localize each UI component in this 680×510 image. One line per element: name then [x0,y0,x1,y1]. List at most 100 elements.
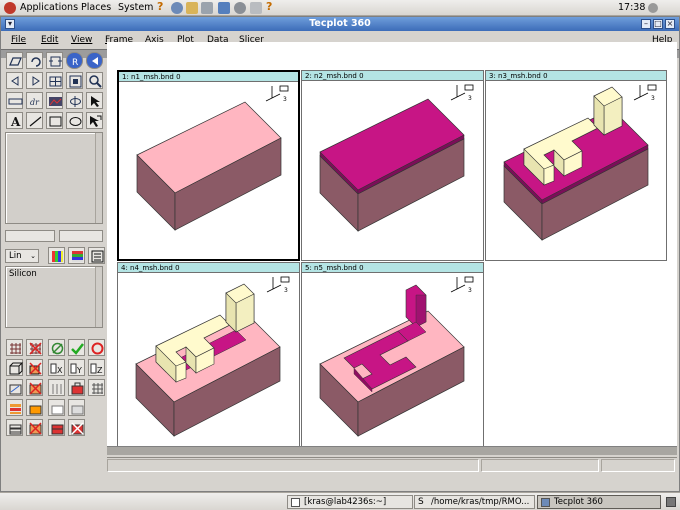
probe-icon[interactable]: dr [26,92,43,109]
gnome-foot-icon[interactable] [4,2,16,14]
layers-icon[interactable] [6,399,23,416]
model-view-1 [136,101,282,231]
task-tecplot[interactable]: Tecplot 360 [537,495,661,509]
mesh-off-icon[interactable] [26,339,43,356]
files-launcher-icon[interactable] [201,2,213,14]
iso-surface-icon[interactable] [48,379,65,396]
back-arrow-icon[interactable] [86,52,103,69]
contour-type-select[interactable]: Lin ⌄ [5,249,39,263]
cube-icon[interactable] [6,359,24,376]
frame-3[interactable]: 3: n3_msh.bnd 0 3 [485,70,667,261]
open-layout-icon[interactable] [6,52,23,69]
volume-icon[interactable] [648,3,658,13]
slice-x-icon[interactable]: X [48,359,65,376]
contour-type-value: Lin [9,251,22,261]
stack-red-icon[interactable] [48,419,65,436]
details-panel[interactable] [5,132,103,224]
value-field-2[interactable] [59,230,103,242]
workspace-switcher-icon[interactable] [666,497,676,507]
places-menu[interactable]: Places [81,2,111,13]
workspace-canvas[interactable]: 1: n1_msh.bnd 0 3 2: n2_msh.bnd 0 3 3: n… [107,42,677,453]
chevron-down-icon: ⌄ [30,252,36,260]
next-frame-icon[interactable] [26,72,43,89]
maximize-icon[interactable]: □ [653,19,663,29]
help-launcher-icon[interactable]: ? [157,0,169,13]
iso-mesh-icon[interactable] [88,379,105,396]
contour-bands-icon[interactable] [68,247,85,264]
rectangle-tool-icon[interactable] [46,112,63,129]
frame-2-header[interactable]: 2: n2_msh.bnd 0 [302,71,483,81]
layers-orange-icon[interactable] [26,399,43,416]
close-icon[interactable]: × [665,19,675,29]
layers-blank-icon[interactable] [48,399,65,416]
frame-2[interactable]: 2: n2_msh.bnd 0 3 [301,70,484,261]
rotate-icon[interactable] [66,92,83,109]
mail-launcher-icon[interactable] [186,2,198,14]
frame-4[interactable]: 4: n4_msh.bnd 0 3 [117,262,300,453]
palette-colormap-icon[interactable] [48,247,65,264]
redraw-icon[interactable] [26,52,43,69]
line-tool-icon[interactable] [26,112,43,129]
adjust-arrow-icon[interactable] [86,112,103,129]
svg-text:X: X [57,366,63,375]
ellipse-tool-icon[interactable] [66,112,83,129]
cube-off-icon[interactable] [26,359,43,376]
zone-list[interactable]: Silicon [5,266,103,328]
frame-5[interactable]: 5: n5_msh.bnd 0 3 [301,262,484,453]
layers-shaded-icon[interactable] [68,399,85,416]
svg-text:Z: Z [97,366,103,375]
system-menu[interactable]: System [118,2,153,13]
task-file-browser[interactable]: S /home/kras/tmp/RMO... [414,495,535,509]
svg-text:R: R [72,58,78,68]
reset-icon[interactable]: R [66,52,83,69]
iso-red-icon[interactable] [68,379,85,396]
files-icon: S [418,497,424,507]
terminal-launcher-icon[interactable] [218,2,230,14]
streamtrace-off-icon[interactable] [26,379,43,396]
window-titlebar[interactable]: ▾ Tecplot 360 – □ × [1,17,679,31]
frame-5-header[interactable]: 5: n5_msh.bnd 0 [302,263,483,273]
fit-all-icon[interactable] [66,72,83,89]
checkmark-icon[interactable] [68,339,85,356]
applications-menu[interactable]: Applications [20,2,78,13]
streamtrace-icon[interactable] [6,379,23,396]
zone-list-scrollbar[interactable] [95,267,102,327]
mesh-icon[interactable] [6,339,23,356]
horizontal-scrollbar[interactable] [107,446,677,455]
text-tool-icon[interactable]: A [6,112,23,129]
task-terminal[interactable]: [kras@lab4236s:~] [287,495,413,509]
slice-y-icon[interactable]: Y [68,359,85,376]
settings-launcher-icon[interactable] [234,2,246,14]
prev-frame-icon[interactable] [6,72,23,89]
frame-1-header[interactable]: 1: n1_msh.bnd 0 [119,72,298,82]
circle-icon[interactable] [88,339,105,356]
status-cell-2 [481,459,599,472]
select-arrow-icon[interactable] [86,92,103,109]
browser-launcher-icon[interactable] [171,2,183,14]
value-field-1[interactable] [5,230,55,242]
model-view-2 [319,98,465,232]
minimize-icon[interactable]: – [641,19,651,29]
zone-list-item[interactable]: Silicon [9,269,37,279]
stack-off-icon[interactable] [26,419,43,436]
ruler-icon[interactable] [6,92,23,109]
fit-icon[interactable] [46,52,63,69]
layout-grid-icon[interactable] [46,72,63,89]
details-scrollbar[interactable] [95,133,102,223]
frame-4-header[interactable]: 4: n4_msh.bnd 0 [118,263,299,273]
help2-launcher-icon[interactable]: ? [266,0,278,13]
image-icon[interactable] [46,92,63,109]
stack-red-off-icon[interactable] [68,419,85,436]
zoom-icon[interactable] [86,72,103,89]
window-title: Tecplot 360 [309,18,371,29]
notes-launcher-icon[interactable] [250,2,262,14]
frame-1[interactable]: 1: n1_msh.bnd 0 3 [117,70,300,261]
stack-icon[interactable] [6,419,23,436]
frame-3-header[interactable]: 3: n3_msh.bnd 0 [486,71,666,81]
slice-z-icon[interactable]: Z [88,359,105,376]
legend-icon[interactable] [88,247,105,264]
svg-text:Y: Y [76,366,82,375]
slice-icon[interactable] [48,339,65,356]
clock[interactable]: 17:38 [618,2,645,13]
status-cell-main [107,459,479,472]
